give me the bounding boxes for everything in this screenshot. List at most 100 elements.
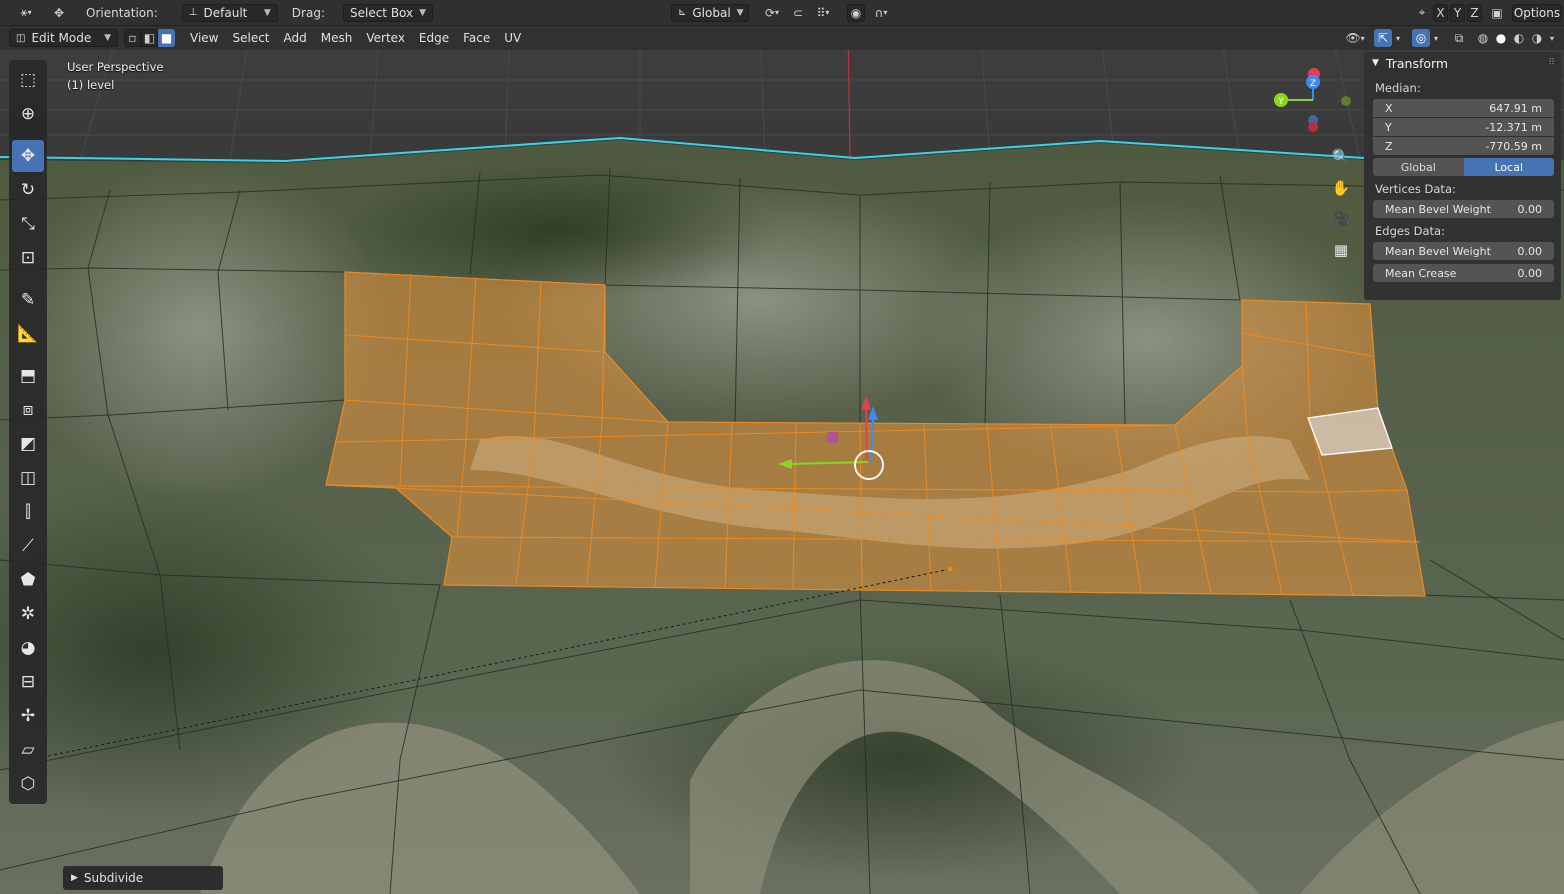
orthographic-grid-icon[interactable]: ▦ <box>1328 237 1354 263</box>
menu-vertex[interactable]: Vertex <box>359 31 412 45</box>
shrink-fatten-icon[interactable]: ✢ <box>12 700 44 732</box>
bevel-icon[interactable]: ◫ <box>12 462 44 494</box>
edge-slide-icon[interactable]: ⊟ <box>12 666 44 698</box>
proportional-editing-icon[interactable]: ◉ <box>846 3 865 22</box>
cursor-icon[interactable]: ⊕ <box>12 98 44 130</box>
select-mode-group: ▫ ◧ ■ <box>124 29 175 47</box>
transform-pivot-icon[interactable]: ⚹ ▾ <box>12 4 40 22</box>
menu-view[interactable]: View <box>183 31 225 45</box>
spin-icon[interactable]: ✲ <box>12 598 44 630</box>
orientation-axes-icon: ⊥ <box>188 7 198 18</box>
menu-select[interactable]: Select <box>225 31 276 45</box>
snap-icon[interactable]: ⊂ <box>789 4 807 22</box>
space-toggle: Global Local <box>1373 158 1554 176</box>
face-select-icon[interactable]: ■ <box>158 29 175 47</box>
material-shading-icon[interactable]: ◐ <box>1510 29 1528 47</box>
orientation-dropdown[interactable]: ⊥ Default ▼ <box>181 3 278 22</box>
extrude-icon[interactable]: ⧈ <box>12 394 44 426</box>
global-axes-icon: ⊾ <box>677 7 687 18</box>
chevron-down-icon: ▼ <box>104 33 111 43</box>
median-z-field[interactable]: Z -770.59 m <box>1373 137 1554 155</box>
annotate-icon[interactable]: ✎ <box>12 284 44 316</box>
select-box-icon[interactable]: ⬚ <box>12 64 44 96</box>
svg-text:Y: Y <box>1277 97 1284 107</box>
drag-label: Drag: <box>291 5 325 20</box>
median-y-field[interactable]: Y -12.371 m <box>1373 118 1554 136</box>
operator-panel[interactable]: ▶ Subdivide <box>63 866 223 890</box>
move-icon[interactable]: ✥ <box>12 140 44 172</box>
chevron-down-icon[interactable]: ▾ <box>1546 29 1558 47</box>
transform-orientation-dropdown[interactable]: ⊾ Global ▼ <box>670 3 749 22</box>
drag-value: Select Box <box>349 5 414 20</box>
mean-crease-field[interactable]: Mean Crease 0.00 <box>1373 264 1554 282</box>
mirror-icon[interactable]: ⌖ <box>1413 4 1431 22</box>
zoom-icon[interactable]: 🔍 <box>1328 144 1354 170</box>
edge-select-icon[interactable]: ◧ <box>141 29 158 47</box>
smooth-icon[interactable]: ◕ <box>12 632 44 664</box>
scale-icon[interactable]: ⤡ <box>12 208 44 240</box>
move-tool-icon[interactable]: ✥ <box>50 4 68 22</box>
options-dropdown[interactable]: Options <box>1511 3 1562 22</box>
chevron-down-icon[interactable]: ▾ <box>1392 29 1404 47</box>
vertex-bevel-weight-field[interactable]: Mean Bevel Weight 0.00 <box>1373 200 1554 218</box>
median-x-field[interactable]: X 647.91 m <box>1373 99 1554 117</box>
edge-bevel-value: 0.00 <box>1517 244 1543 258</box>
menu-add[interactable]: Add <box>277 31 314 45</box>
knife-icon[interactable]: ⟋ <box>12 530 44 562</box>
z-label: Z <box>1385 139 1393 153</box>
camera-icon[interactable]: 🎥 <box>1328 206 1354 232</box>
vertex-bevel-label: Mean Bevel Weight <box>1385 202 1491 216</box>
mirror-x-toggle[interactable]: X <box>1432 3 1448 22</box>
vertex-select-icon[interactable]: ▫ <box>124 29 141 47</box>
mode-value: Edit Mode <box>31 31 92 45</box>
3d-viewport[interactable]: Z Y <box>0 0 1564 894</box>
menu-edge[interactable]: Edge <box>412 31 456 45</box>
xray-toggle-icon[interactable]: ⧉ <box>1450 29 1468 47</box>
y-value: -12.371 m <box>1485 120 1542 134</box>
overlays-icon[interactable]: ◎ <box>1412 29 1430 47</box>
pan-hand-icon[interactable]: ✋ <box>1328 175 1354 201</box>
loop-cut-icon[interactable]: ⫿ <box>12 496 44 528</box>
transform-panel-header[interactable]: ▼ Transform ⠿ <box>1364 52 1561 74</box>
mode-dropdown[interactable]: ◫ Edit Mode ▼ <box>9 29 118 47</box>
options-label: Options <box>1513 5 1561 20</box>
tool-shelf: ⬚ ⊕ ✥ ↻ ⤡ ⊡ ✎ 📐 ⬒ ⧈ ◩ ◫ ⫿ ⟋ ⬟ ✲ ◕ ⊟ ✢ ▱ … <box>9 60 47 804</box>
pivot-point-icon[interactable]: ⟳ ▾ <box>757 4 787 22</box>
visibility-eye-icon[interactable]: 👁 ▾ <box>1340 29 1370 47</box>
viewport-object-label: (1) level <box>67 78 115 92</box>
mirror-y-toggle[interactable]: Y <box>1449 3 1465 22</box>
drag-dropdown[interactable]: Select Box ▼ <box>342 3 433 22</box>
menu-mesh[interactable]: Mesh <box>314 31 360 45</box>
edge-bevel-label: Mean Bevel Weight <box>1385 244 1491 258</box>
transform-icon[interactable]: ⊡ <box>12 242 44 274</box>
edge-bevel-weight-field[interactable]: Mean Bevel Weight 0.00 <box>1373 242 1554 260</box>
gizmo-toggle-icon[interactable]: ⇱ <box>1374 29 1392 47</box>
shear-icon[interactable]: ▱ <box>12 734 44 766</box>
drag-handle-icon[interactable]: ⠿ <box>1548 58 1555 68</box>
auto-merge-icon[interactable]: ▣ <box>1488 4 1506 22</box>
tool-settings-bar: ⚹ ▾ ✥ Orientation: ⊥ Default ▼ Drag: Sele… <box>0 0 1564 26</box>
pivot-point <box>947 566 953 572</box>
transform-panel: ▼ Transform ⠿ Median: X 647.91 m Y -12.3… <box>1364 52 1561 300</box>
rip-icon[interactable]: ⬡ <box>12 768 44 800</box>
menu-face[interactable]: Face <box>456 31 497 45</box>
solid-shading-icon[interactable]: ● <box>1492 29 1510 47</box>
falloff-icon[interactable]: ∩ ▾ <box>867 4 895 22</box>
local-button[interactable]: Local <box>1463 158 1554 176</box>
chevron-down-icon[interactable]: ▾ <box>1430 29 1442 47</box>
header-menus: View Select Add Mesh Vertex Edge Face UV <box>183 31 528 45</box>
rotate-icon[interactable]: ↻ <box>12 174 44 206</box>
mirror-z-toggle[interactable]: Z <box>1466 3 1482 22</box>
measure-icon[interactable]: 📐 <box>12 318 44 350</box>
menu-uv[interactable]: UV <box>497 31 528 45</box>
rendered-shading-icon[interactable]: ◑ <box>1528 29 1546 47</box>
z-value: -770.59 m <box>1485 139 1542 153</box>
snap-increment-icon[interactable]: ⠿ ▾ <box>809 4 837 22</box>
global-button[interactable]: Global <box>1373 158 1464 176</box>
poly-build-icon[interactable]: ⬟ <box>12 564 44 596</box>
add-cube-icon[interactable]: ⬒ <box>12 360 44 392</box>
wireframe-shading-icon[interactable]: ◍ <box>1474 29 1492 47</box>
inset-icon[interactable]: ◩ <box>12 428 44 460</box>
chevron-down-icon: ▼ <box>736 7 744 18</box>
x-value: 647.91 m <box>1489 101 1542 115</box>
